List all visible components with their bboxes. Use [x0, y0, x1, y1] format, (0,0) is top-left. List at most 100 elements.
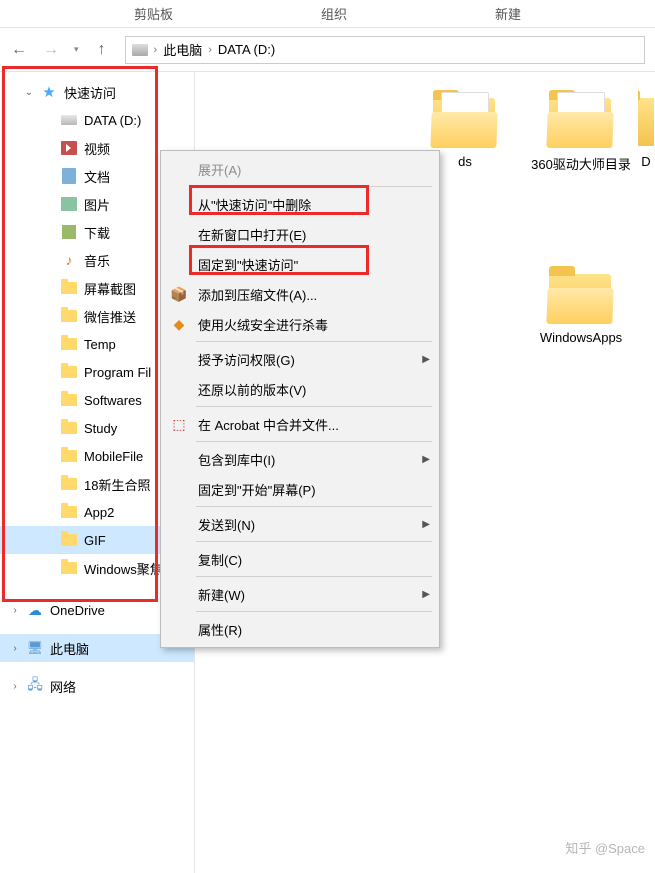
- ribbon-tabs: 剪贴板 组织 新建: [0, 0, 655, 28]
- tree-quick-access[interactable]: ⌄ ★ 快速访问: [0, 78, 194, 106]
- download-icon: [62, 225, 76, 239]
- folder-label: ds: [458, 154, 472, 169]
- folder-icon: [61, 338, 77, 350]
- caret-right-icon[interactable]: ›: [10, 605, 20, 616]
- menu-restore-previous[interactable]: 还原以前的版本(V): [164, 374, 436, 404]
- watermark: 知乎 @Space: [565, 838, 645, 857]
- menu-copy[interactable]: 复制(C): [164, 544, 436, 574]
- tree-item[interactable]: DATA (D:): [0, 106, 194, 134]
- forward-arrow-icon[interactable]: →: [42, 41, 60, 59]
- doc-icon: [62, 168, 76, 184]
- folder-icon: [61, 562, 77, 574]
- back-arrow-icon[interactable]: ←: [10, 41, 28, 59]
- menu-include-library[interactable]: 包含到库中(I)▶: [164, 444, 436, 474]
- folder-label: 360驱动大师目录: [531, 154, 631, 173]
- network-icon: 🖧: [26, 677, 44, 695]
- submenu-arrow-icon: ▶: [422, 519, 430, 530]
- ribbon-tab-clipboard[interactable]: 剪贴板: [124, 2, 183, 25]
- folder-icon: [61, 478, 77, 490]
- tree-label: 音乐: [84, 251, 110, 270]
- tree-label: Study: [84, 421, 117, 436]
- music-icon: ♪: [60, 251, 78, 269]
- menu-remove-quick-access[interactable]: 从"快速访问"中删除: [164, 189, 436, 219]
- tree-label: 18新生合照: [84, 475, 150, 494]
- menu-separator: [196, 406, 432, 407]
- menu-grant-access[interactable]: 授予访问权限(G)▶: [164, 344, 436, 374]
- menu-separator: [196, 541, 432, 542]
- shield-icon: ◆: [168, 316, 190, 333]
- tree-label: Program Fil: [84, 365, 151, 380]
- context-menu: 展开(A) 从"快速访问"中删除 在新窗口中打开(E) 固定到"快速访问" 📦添…: [160, 150, 440, 648]
- folder-tile[interactable]: 360驱动大师目录: [526, 86, 636, 179]
- address-bar[interactable]: › 此电脑 › DATA (D:): [125, 36, 645, 64]
- submenu-arrow-icon: ▶: [422, 454, 430, 465]
- drive-icon: [132, 44, 148, 56]
- caret-right-icon[interactable]: ›: [10, 681, 20, 692]
- folder-icon: [547, 268, 615, 324]
- menu-properties[interactable]: 属性(R): [164, 614, 436, 644]
- main-area: ⌄ ★ 快速访问 DATA (D:) 视频 文档 图片 下载 ♪音乐 屏幕截图 …: [0, 72, 655, 873]
- folder-icon: [547, 92, 615, 148]
- folder-tile[interactable]: D: [638, 86, 654, 175]
- tree-network[interactable]: › 🖧 网络: [0, 672, 194, 700]
- tree-label: 图片: [84, 195, 110, 214]
- menu-separator: [196, 186, 432, 187]
- folder-icon: [61, 450, 77, 462]
- tree-label: 此电脑: [50, 639, 89, 658]
- acrobat-icon: ⬚: [168, 416, 190, 433]
- tree-label: OneDrive: [50, 603, 105, 618]
- folder-icon: [61, 366, 77, 378]
- submenu-arrow-icon: ▶: [422, 354, 430, 365]
- tree-label: 网络: [50, 677, 76, 696]
- folder-icon: [61, 282, 77, 294]
- star-icon: ★: [40, 83, 58, 101]
- tree-label: DATA (D:): [84, 113, 141, 128]
- tree-label: 文档: [84, 167, 110, 186]
- folder-icon: [61, 422, 77, 434]
- folder-tile[interactable]: WindowsApps: [526, 262, 636, 351]
- breadcrumb-root[interactable]: 此电脑: [163, 40, 202, 59]
- breadcrumb-sep-icon: ›: [208, 44, 212, 56]
- tree-label: 快速访问: [64, 83, 116, 102]
- caret-right-icon[interactable]: ›: [10, 643, 20, 654]
- breadcrumb-current[interactable]: DATA (D:): [218, 42, 275, 57]
- onedrive-icon: ☁: [26, 601, 44, 619]
- up-arrow-icon[interactable]: ↑: [93, 41, 111, 59]
- submenu-arrow-icon: ▶: [422, 589, 430, 600]
- menu-huorong-scan[interactable]: ◆使用火绒安全进行杀毒: [164, 309, 436, 339]
- tree-label: Temp: [84, 337, 116, 352]
- menu-new[interactable]: 新建(W)▶: [164, 579, 436, 609]
- ribbon-tab-organize[interactable]: 组织: [311, 2, 357, 25]
- menu-open-new-window[interactable]: 在新窗口中打开(E): [164, 219, 436, 249]
- tree-label: 视频: [84, 139, 110, 158]
- menu-acrobat-combine[interactable]: ⬚在 Acrobat 中合并文件...: [164, 409, 436, 439]
- folder-label: WindowsApps: [540, 330, 622, 345]
- menu-send-to[interactable]: 发送到(N)▶: [164, 509, 436, 539]
- menu-expand[interactable]: 展开(A): [164, 154, 436, 184]
- folder-icon: [638, 92, 654, 148]
- picture-icon: [61, 197, 77, 211]
- drive-icon: [61, 115, 77, 125]
- tree-label: MobileFile: [84, 449, 143, 464]
- menu-separator: [196, 611, 432, 612]
- tree-label: 微信推送: [84, 307, 136, 326]
- history-dropdown-icon[interactable]: ▾: [74, 44, 79, 55]
- folder-icon: [61, 534, 77, 546]
- archive-icon: 📦: [168, 286, 190, 303]
- folder-label: D: [641, 154, 650, 169]
- tree-label: Windows聚焦: [84, 559, 163, 578]
- ribbon-tab-new[interactable]: 新建: [485, 2, 531, 25]
- folder-icon: [431, 92, 499, 148]
- caret-down-icon[interactable]: ⌄: [24, 87, 34, 98]
- menu-pin-start[interactable]: 固定到"开始"屏幕(P): [164, 474, 436, 504]
- folder-icon: [61, 394, 77, 406]
- tree-label: 屏幕截图: [84, 279, 136, 298]
- pc-icon: 🖥: [26, 639, 44, 657]
- breadcrumb-sep-icon: ›: [154, 44, 158, 56]
- video-icon: [61, 141, 77, 155]
- menu-pin-quick-access[interactable]: 固定到"快速访问": [164, 249, 436, 279]
- tree-label: GIF: [84, 533, 106, 548]
- tree-label: App2: [84, 505, 114, 520]
- folder-icon: [61, 506, 77, 518]
- menu-add-archive[interactable]: 📦添加到压缩文件(A)...: [164, 279, 436, 309]
